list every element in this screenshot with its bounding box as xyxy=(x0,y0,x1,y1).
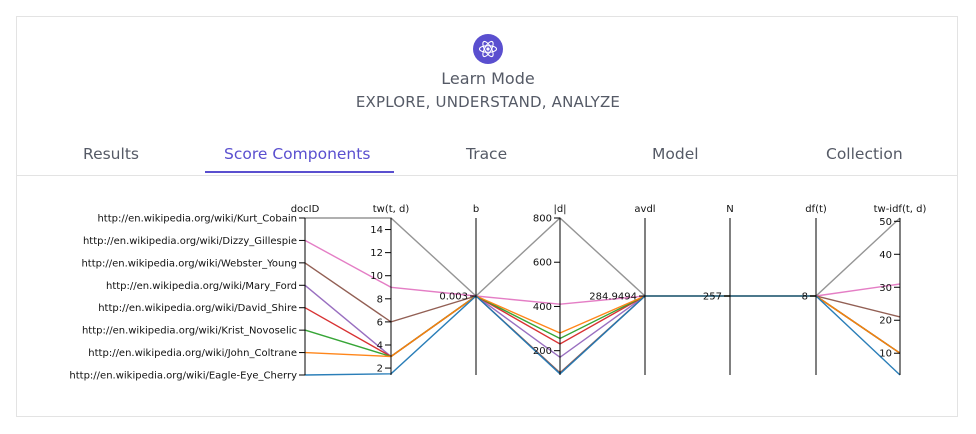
page-subtitle: EXPLORE, UNDERSTAND, ANALYZE xyxy=(355,93,621,111)
tick-label: 600 xyxy=(533,258,552,269)
tick-label: 8 xyxy=(802,292,808,303)
tick-label: http://en.wikipedia.org/wiki/Dizzy_Gille… xyxy=(83,236,297,247)
tab-trace[interactable]: Trace xyxy=(466,145,507,163)
tick-label: http://en.wikipedia.org/wiki/Webster_You… xyxy=(81,258,297,269)
tick-label: 6 xyxy=(377,317,383,328)
tick-label: 284.9494 xyxy=(589,292,637,303)
tab-score-components[interactable]: Score Components xyxy=(224,145,370,163)
tab-collection[interactable]: Collection xyxy=(826,145,903,163)
tick-label: http://en.wikipedia.org/wiki/Krist_Novos… xyxy=(82,326,297,337)
tick-label: 50 xyxy=(879,217,892,228)
axis-title: avdl xyxy=(634,204,655,215)
atom-icon-glyph xyxy=(478,40,498,58)
axis-title: b xyxy=(473,204,479,215)
tick-label: 0.003 xyxy=(439,292,468,303)
tick-label: 2 xyxy=(377,364,383,375)
tab-model[interactable]: Model xyxy=(652,145,699,163)
tick-label: 40 xyxy=(879,250,892,261)
tick-label: 12 xyxy=(370,248,383,259)
tick-label: http://en.wikipedia.org/wiki/David_Shire xyxy=(98,303,297,314)
axis-title: df(t) xyxy=(805,204,827,215)
tick-label: 20 xyxy=(879,316,892,327)
tick-label: 200 xyxy=(533,346,552,357)
active-tab-indicator xyxy=(205,171,394,173)
tick-label: 800 xyxy=(533,214,552,225)
axis-title: tw-idf(t, d) xyxy=(874,204,927,215)
tab-bar: Results Score Components Trace Model Col… xyxy=(17,135,957,176)
axes: docIDhttp://en.wikipedia.org/wiki/Kurt_C… xyxy=(69,204,926,382)
tick-label: 14 xyxy=(370,225,383,236)
tick-label: 4 xyxy=(377,340,383,351)
axis-title: tw(t, d) xyxy=(373,204,410,215)
tick-label: 400 xyxy=(533,302,552,313)
tick-label: http://en.wikipedia.org/wiki/Kurt_Cobain xyxy=(97,214,297,225)
atom-icon xyxy=(473,34,503,64)
tick-label: 8 xyxy=(377,294,383,305)
tick-label: 257 xyxy=(703,292,722,303)
axis-title: N xyxy=(726,204,733,215)
tick-label: 10 xyxy=(370,271,383,282)
series-line xyxy=(304,295,901,376)
axis-title: |d| xyxy=(553,204,566,215)
tick-label: 10 xyxy=(879,349,892,360)
tick-label: http://en.wikipedia.org/wiki/Mary_Ford xyxy=(106,281,297,292)
tick-label: http://en.wikipedia.org/wiki/John_Coltra… xyxy=(88,348,297,359)
tick-label: 30 xyxy=(879,283,892,294)
series-line xyxy=(305,217,901,297)
tab-results[interactable]: Results xyxy=(83,145,139,163)
page-title: Learn Mode xyxy=(441,69,535,88)
tick-label: http://en.wikipedia.org/wiki/Eagle-Eye_C… xyxy=(69,371,297,382)
parallel-coordinates-chart: docIDhttp://en.wikipedia.org/wiki/Kurt_C… xyxy=(69,204,926,382)
